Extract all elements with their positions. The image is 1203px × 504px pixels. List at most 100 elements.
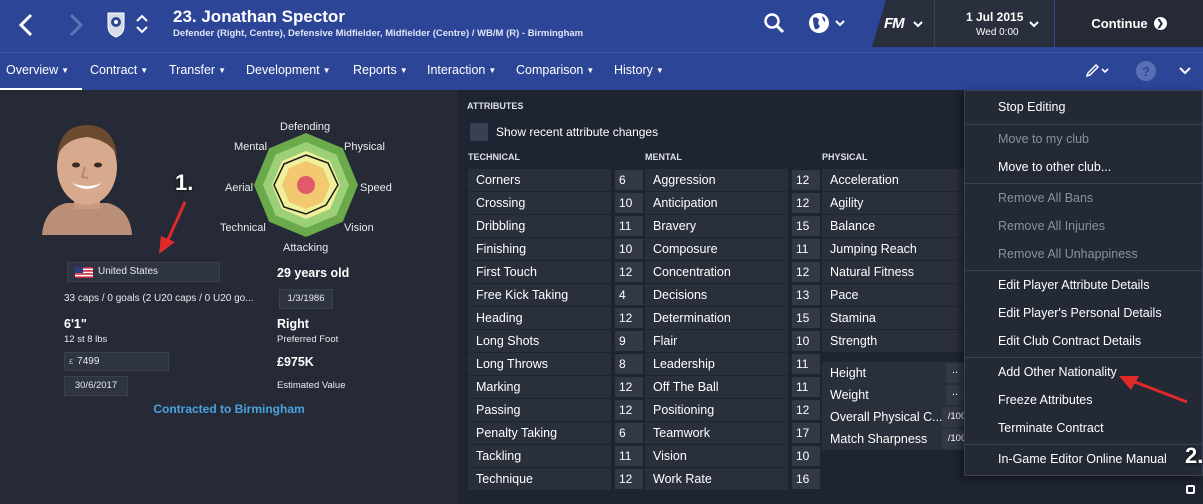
attribute-value[interactable]: 11 bbox=[792, 377, 820, 397]
attribute-value[interactable]: 10 bbox=[792, 446, 820, 466]
attribute-name: Height bbox=[830, 366, 867, 380]
menu-item-editor-online-manual[interactable]: In-Game Editor Online Manual bbox=[998, 452, 1167, 466]
forward-arrow-icon[interactable] bbox=[60, 10, 90, 40]
menu-item-terminate-contract[interactable]: Terminate Contract bbox=[998, 421, 1104, 435]
attribute-value[interactable]: 11 bbox=[615, 446, 643, 466]
attribute-value[interactable]: 13 bbox=[792, 285, 820, 305]
attribute-value[interactable]: 10 bbox=[615, 193, 643, 213]
tab-development[interactable]: Development ▼ bbox=[246, 63, 331, 77]
attribute-name: Marking bbox=[476, 380, 521, 394]
tab-transfer[interactable]: Transfer ▼ bbox=[169, 63, 226, 77]
attribute-value[interactable]: .. bbox=[946, 385, 964, 405]
attribute-name: Pace bbox=[830, 288, 859, 302]
attribute-value[interactable]: 12 bbox=[615, 469, 643, 489]
annotation-number-1: 1. bbox=[175, 170, 194, 195]
wage-box[interactable]: £7499 bbox=[64, 352, 169, 371]
attribute-name: Technique bbox=[476, 472, 533, 486]
menu-item-move-to-other-club[interactable]: Move to other club... bbox=[998, 160, 1111, 174]
attribute-value[interactable]: 12 bbox=[615, 262, 643, 282]
currency-symbol: £ bbox=[69, 357, 74, 366]
settings-square-icon[interactable] bbox=[1186, 485, 1195, 494]
attribute-name: Leadership bbox=[653, 357, 715, 371]
menu-item-edit-player-personal-details[interactable]: Edit Player's Personal Details bbox=[998, 306, 1162, 320]
club-switch-chevron-icon[interactable] bbox=[134, 10, 150, 38]
tab-interaction[interactable]: Interaction ▼ bbox=[427, 63, 496, 77]
chevron-down-icon: ▼ bbox=[399, 66, 408, 75]
date-chevron-down-icon[interactable] bbox=[1028, 16, 1040, 34]
edit-pencil-icon[interactable] bbox=[1085, 63, 1111, 84]
attribute-value[interactable]: 12 bbox=[615, 377, 643, 397]
attribute-value[interactable]: 6 bbox=[615, 170, 643, 190]
radar-label-attacking: Attacking bbox=[283, 242, 329, 254]
tab-reports[interactable]: Reports ▼ bbox=[353, 63, 408, 77]
continue-button[interactable]: Continue ❯ bbox=[1055, 0, 1203, 47]
attribute-value[interactable]: 10 bbox=[615, 239, 643, 259]
attribute-value[interactable]: .. bbox=[946, 363, 964, 383]
attribute-value[interactable]: 8 bbox=[615, 354, 643, 374]
radar-label-mental: Mental bbox=[234, 141, 268, 153]
attribute-name: Aggression bbox=[653, 173, 716, 187]
attribute-value[interactable]: 6 bbox=[615, 423, 643, 443]
tab-history[interactable]: History ▼ bbox=[614, 63, 664, 77]
more-chevron-down-icon[interactable] bbox=[1178, 64, 1192, 82]
attribute-value[interactable]: 10 bbox=[792, 331, 820, 351]
radar-label-technical: Technical bbox=[220, 222, 266, 234]
attribute-value[interactable]: 15 bbox=[792, 308, 820, 328]
radar-label-physical: Physical bbox=[344, 141, 385, 153]
attribute-name: Jumping Reach bbox=[830, 242, 917, 256]
attribute-value[interactable]: 17 bbox=[792, 423, 820, 443]
menu-item-freeze-attributes[interactable]: Freeze Attributes bbox=[998, 393, 1093, 407]
attribute-value[interactable]: 16 bbox=[792, 469, 820, 489]
attribute-value[interactable]: 12 bbox=[615, 400, 643, 420]
search-icon[interactable] bbox=[763, 12, 785, 39]
attribute-name: Long Throws bbox=[476, 357, 549, 371]
fm-chevron-down-icon[interactable] bbox=[912, 16, 924, 34]
attribute-value[interactable]: 12 bbox=[615, 308, 643, 328]
tab-overview[interactable]: Overview ▼ bbox=[6, 63, 69, 77]
menu-separator bbox=[965, 444, 1202, 445]
attribute-name: Teamwork bbox=[653, 426, 710, 440]
attribute-name: Free Kick Taking bbox=[476, 288, 569, 302]
menu-item-add-other-nationality[interactable]: Add Other Nationality bbox=[998, 365, 1117, 379]
menu-item-edit-player-attribute-details[interactable]: Edit Player Attribute Details bbox=[998, 278, 1149, 292]
tab-comparison[interactable]: Comparison ▼ bbox=[516, 63, 594, 77]
contract-expiry[interactable]: 30/6/2017 bbox=[64, 376, 128, 396]
attribute-value[interactable]: 4 bbox=[615, 285, 643, 305]
player-age: 29 years old bbox=[277, 266, 350, 280]
attribute-name: Finishing bbox=[476, 242, 527, 256]
player-height: 6'1" bbox=[64, 317, 87, 331]
nationality-box[interactable]: United States bbox=[67, 262, 220, 282]
attribute-value[interactable]: 11 bbox=[792, 239, 820, 259]
attribute-value[interactable]: 12 bbox=[792, 193, 820, 213]
attribute-name: Determination bbox=[653, 311, 731, 325]
club-badge-icon[interactable] bbox=[106, 10, 126, 38]
top-header: 23. Jonathan Spector Defender (Right, Ce… bbox=[0, 0, 1203, 52]
chevron-down-icon: ▼ bbox=[61, 66, 70, 75]
back-arrow-icon[interactable] bbox=[12, 10, 42, 40]
date-of-birth[interactable]: 1/3/1986 bbox=[279, 289, 333, 309]
attribute-name: Agility bbox=[830, 196, 864, 210]
menu-separator bbox=[965, 183, 1202, 184]
attributes-heading: ATTRIBUTES bbox=[467, 101, 524, 111]
attribute-value[interactable]: 11 bbox=[615, 216, 643, 236]
attribute-value[interactable]: 12 bbox=[792, 170, 820, 190]
attribute-value[interactable]: 12 bbox=[792, 400, 820, 420]
attribute-value[interactable]: 11 bbox=[792, 354, 820, 374]
tab-contract[interactable]: Contract ▼ bbox=[90, 63, 148, 77]
help-icon[interactable]: ? bbox=[1136, 61, 1156, 81]
tab-label: History bbox=[614, 63, 653, 77]
attribute-name: Bravery bbox=[653, 219, 697, 233]
show-changes-checkbox[interactable] bbox=[470, 123, 488, 141]
attribute-value[interactable]: 12 bbox=[792, 262, 820, 282]
attribute-name: Match Sharpness bbox=[830, 432, 928, 446]
tab-label: Reports bbox=[353, 63, 397, 77]
contracted-to-link[interactable]: Contracted to Birmingham bbox=[0, 402, 458, 416]
attribute-value[interactable]: 9 bbox=[615, 331, 643, 351]
estimated-value-label: Estimated Value bbox=[277, 380, 346, 391]
globe-icon[interactable] bbox=[808, 12, 848, 41]
attribute-value[interactable]: 15 bbox=[792, 216, 820, 236]
attribute-name: Natural Fitness bbox=[830, 265, 915, 279]
menu-item-stop-editing[interactable]: Stop Editing bbox=[998, 100, 1065, 114]
menu-item-edit-club-contract-details[interactable]: Edit Club Contract Details bbox=[998, 334, 1141, 348]
editor-dropdown-menu: Stop Editing Move to my club Move to other… bbox=[964, 90, 1203, 476]
